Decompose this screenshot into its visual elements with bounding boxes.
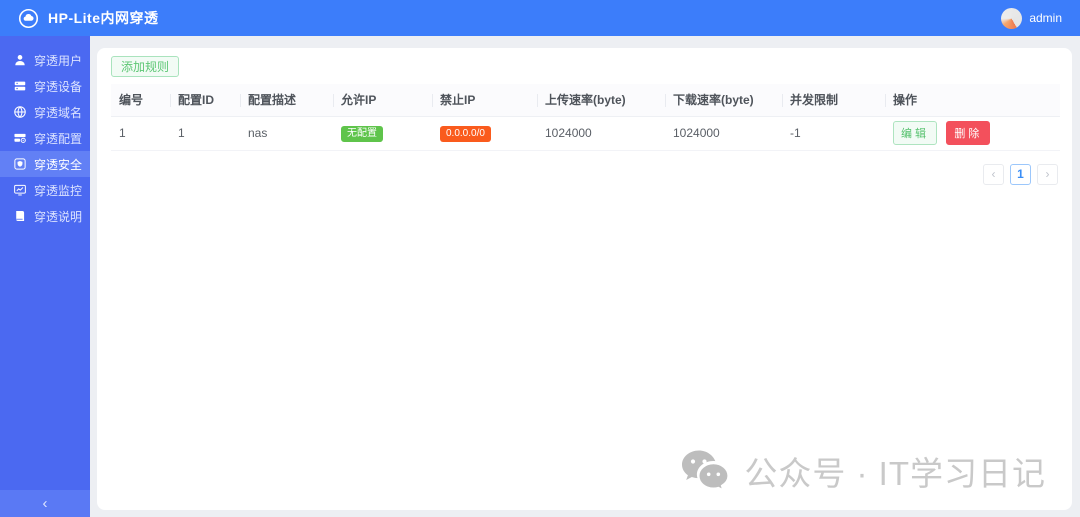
user-icon [13,53,27,67]
avatar[interactable] [1001,8,1022,29]
sidebar-item-label: 穿透说明 [34,208,82,225]
chevron-right-icon: › [1046,167,1050,181]
sidebar-item-label: 穿透用户 [34,52,82,69]
user-menu[interactable]: admin [1001,8,1062,29]
main-content: 添加规则 编号 配置ID 配置描述 允许IP 禁止IP 上传速率(byte) [90,36,1080,517]
wechat-icon [680,449,732,493]
sidebar-item-label: 穿透监控 [34,182,82,199]
app-window: HP-Lite内网穿透 admin 穿透用户 穿透设备 [0,0,1080,517]
username: admin [1029,11,1062,25]
col-header-config-id: 配置ID [170,84,240,116]
cell-download-rate: 1024000 [665,116,782,150]
pagination-prev-button[interactable]: ‹ [983,164,1004,185]
sidebar: 穿透用户 穿透设备 穿透域名 穿透配置 [0,36,90,517]
book-icon [13,209,27,223]
app-header: HP-Lite内网穿透 admin [0,0,1080,36]
domain-icon [13,105,27,119]
col-header-number: 编号 [111,84,170,116]
monitor-icon [13,183,27,197]
sidebar-item-monitor[interactable]: 穿透监控 [0,177,90,203]
table-row: 1 1 nas 无配置 0.0.0.0/0 1024000 1024000 -1 [111,116,1060,150]
watermark: 公众号 · IT学习日记 [680,447,1046,495]
sidebar-nav: 穿透用户 穿透设备 穿透域名 穿透配置 [0,36,90,229]
shield-icon [13,157,27,171]
cell-number: 1 [111,116,170,150]
chevron-left-icon: ‹ [43,495,48,512]
col-header-actions: 操作 [885,84,1060,116]
col-header-description: 配置描述 [240,84,333,116]
table-header-row: 编号 配置ID 配置描述 允许IP 禁止IP 上传速率(byte) 下载速率(b… [111,84,1060,116]
cell-concurrency: -1 [782,116,885,150]
config-icon [13,131,27,145]
sidebar-item-config[interactable]: 穿透配置 [0,125,90,151]
content-card: 添加规则 编号 配置ID 配置描述 允许IP 禁止IP 上传速率(byte) [97,48,1072,510]
sidebar-item-label: 穿透设备 [34,78,82,95]
sidebar-item-docs[interactable]: 穿透说明 [0,203,90,229]
deny-ip-badge: 0.0.0.0/0 [440,126,491,142]
edit-button[interactable]: 编辑 [893,121,937,145]
sidebar-item-label: 穿透配置 [34,130,82,147]
pagination-page-button[interactable]: 1 [1010,164,1031,185]
sidebar-item-users[interactable]: 穿透用户 [0,47,90,73]
col-header-concurrency: 并发限制 [782,84,885,116]
col-header-download-rate: 下载速率(byte) [665,84,782,116]
watermark-text: 公众号 · IT学习日记 [744,447,1046,495]
rules-table: 编号 配置ID 配置描述 允许IP 禁止IP 上传速率(byte) 下载速率(b… [111,84,1060,151]
col-header-upload-rate: 上传速率(byte) [537,84,665,116]
sidebar-item-devices[interactable]: 穿透设备 [0,73,90,99]
app-title: HP-Lite内网穿透 [48,8,159,28]
cell-config-id: 1 [170,116,240,150]
sidebar-item-label: 穿透安全 [34,156,82,173]
pagination-next-button[interactable]: › [1037,164,1058,185]
allow-ip-badge: 无配置 [341,126,383,142]
sidebar-item-label: 穿透域名 [34,104,82,121]
sidebar-item-domains[interactable]: 穿透域名 [0,99,90,125]
sidebar-item-security[interactable]: 穿透安全 [0,151,90,177]
cell-upload-rate: 1024000 [537,116,665,150]
add-rule-button[interactable]: 添加规则 [111,56,179,77]
delete-button[interactable]: 删除 [946,121,990,145]
cell-actions: 编辑 删除 [885,116,1060,150]
cell-allow-ip: 无配置 [333,116,432,150]
pagination: ‹ 1 › [111,164,1060,185]
col-header-deny-ip: 禁止IP [432,84,537,116]
app-logo-icon [18,8,39,29]
device-icon [13,79,27,93]
cell-deny-ip: 0.0.0.0/0 [432,116,537,150]
sidebar-collapse-button[interactable]: ‹ [0,490,90,517]
chevron-left-icon: ‹ [992,167,996,181]
brand: HP-Lite内网穿透 [18,8,159,29]
cell-description: nas [240,116,333,150]
col-header-allow-ip: 允许IP [333,84,432,116]
